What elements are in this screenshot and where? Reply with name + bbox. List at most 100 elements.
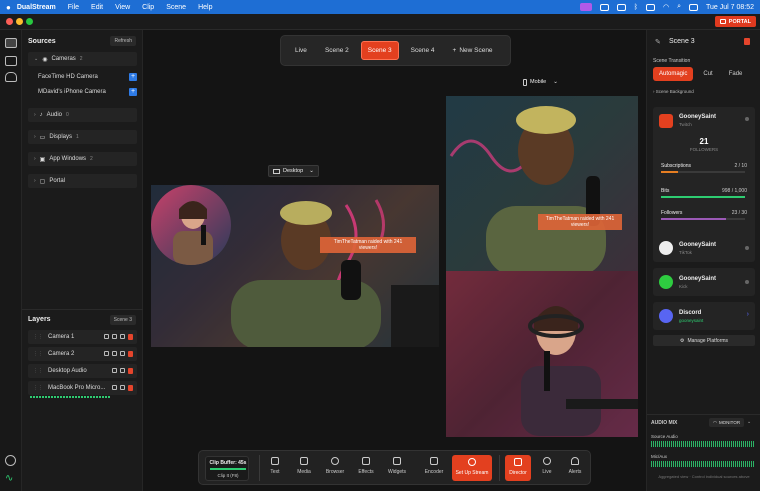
source-group-audio[interactable]: › ♪ Audio 0: [28, 108, 137, 122]
layer-desktop-audio[interactable]: ⋮⋮ Desktop Audio: [28, 364, 137, 378]
menu-file[interactable]: File: [68, 4, 79, 11]
apple-icon[interactable]: ●: [6, 3, 11, 12]
zoom-window-button[interactable]: [26, 18, 33, 25]
twitch-card[interactable]: GooneySaint Twitch 21 FOLLOWERS Subscrip…: [653, 107, 755, 255]
wifi-icon[interactable]: ◠: [663, 3, 669, 11]
platform-card-discord[interactable]: Discord gooneysaint ›: [653, 302, 755, 330]
clip-it-button[interactable]: Clip It (F8): [206, 473, 250, 478]
mode-live[interactable]: Live: [533, 457, 561, 475]
sources-icon[interactable]: [5, 38, 17, 48]
menu-help[interactable]: Help: [198, 4, 212, 11]
mobile-preview-bottom[interactable]: [446, 271, 638, 437]
desktop-preview[interactable]: TimTheTatman raided with 241 viewers!: [151, 185, 439, 347]
tool-text[interactable]: Text: [261, 457, 289, 475]
add-source-button[interactable]: +: [129, 73, 137, 81]
chevron-right-icon: ›: [34, 112, 36, 118]
tool-widgets[interactable]: Widgets: [383, 457, 411, 475]
minimize-window-button[interactable]: [16, 18, 23, 25]
platform-card-kick[interactable]: GooneySaint Kick: [653, 268, 755, 296]
menubar-clock[interactable]: Tue Jul 7 08:52: [706, 4, 754, 11]
speaker-icon[interactable]: [112, 385, 117, 390]
tab-scene-4[interactable]: Scene 4: [405, 42, 441, 59]
source-group-cameras[interactable]: ⌄ ◉ Cameras 2: [28, 52, 137, 66]
kick-icon: [659, 275, 673, 289]
drag-handle-icon[interactable]: ⋮⋮: [33, 368, 43, 374]
add-source-button[interactable]: +: [129, 88, 137, 96]
source-facetime-camera[interactable]: FaceTime HD Camera +: [38, 71, 137, 83]
speaker-icon[interactable]: [112, 351, 117, 356]
mode-director[interactable]: Director: [505, 455, 531, 481]
transition-cut[interactable]: Cut: [697, 67, 718, 81]
speaker-icon[interactable]: [112, 368, 117, 373]
eye-icon[interactable]: [104, 351, 109, 356]
monitor-button[interactable]: ◠ MONITOR: [709, 418, 745, 427]
clip-buffer[interactable]: Clip Buffer: 45s Clip It (F8): [205, 456, 249, 481]
transition-automagic[interactable]: Automagic: [653, 67, 694, 81]
layer-macbook-mic[interactable]: ⋮⋮ MacBook Pro Micro...: [28, 381, 137, 395]
desktop-layout-selector[interactable]: Desktop ⌄: [268, 165, 319, 177]
source-group-displays[interactable]: › ▭ Displays 1: [28, 130, 137, 144]
portal-button[interactable]: PORTAL: [714, 16, 756, 27]
tool-encoder[interactable]: Encoder: [420, 457, 448, 475]
chevron-down-icon[interactable]: ⌄: [747, 419, 751, 425]
layer-camera-2[interactable]: ⋮⋮ Camera 2: [28, 347, 137, 361]
close-window-button[interactable]: [6, 18, 13, 25]
layer-camera-1[interactable]: ⋮⋮ Camera 1: [28, 330, 137, 344]
speaker-icon[interactable]: [112, 334, 117, 339]
lock-icon[interactable]: [120, 368, 125, 373]
status-app-icon[interactable]: [579, 3, 592, 11]
drag-handle-icon[interactable]: ⋮⋮: [33, 351, 43, 357]
mobile-layout-selector[interactable]: Mobile ⌄: [519, 76, 562, 88]
trash-icon[interactable]: [128, 351, 133, 357]
tab-scene-3[interactable]: Scene 3: [360, 41, 399, 60]
source-iphone-camera[interactable]: MDavid's iPhone Camera +: [38, 86, 137, 98]
battery-icon[interactable]: [645, 3, 655, 11]
source-group-portal[interactable]: › ▢ Portal: [28, 174, 137, 188]
trash-icon[interactable]: [744, 38, 750, 45]
source-group-app-windows[interactable]: › ▣ App Windows 2: [28, 152, 137, 166]
bell-icon[interactable]: [5, 72, 17, 82]
tool-effects[interactable]: Effects: [352, 457, 380, 475]
transition-fade[interactable]: Fade: [723, 67, 749, 81]
eye-icon[interactable]: [104, 334, 109, 339]
mobile-preview-top[interactable]: TimTheTatman raided with 241 viewers!: [446, 96, 638, 271]
icon-rail: ∿: [0, 30, 22, 491]
activity-icon[interactable]: ∿: [5, 473, 13, 484]
refresh-button[interactable]: Refresh: [110, 36, 136, 46]
platform-card-tiktok[interactable]: GooneySaint TikTok: [653, 234, 755, 262]
trash-icon[interactable]: [128, 385, 133, 391]
tab-live[interactable]: Live: [289, 42, 313, 59]
lock-icon[interactable]: [120, 385, 125, 390]
tool-media[interactable]: Media: [290, 457, 318, 475]
search-icon[interactable]: ⌕: [677, 3, 681, 11]
menu-clip[interactable]: Clip: [142, 4, 154, 11]
set-up-stream-button[interactable]: Set Up Stream: [452, 455, 492, 481]
menu-scene[interactable]: Scene: [166, 4, 186, 11]
new-scene-button[interactable]: + New Scene: [447, 42, 499, 59]
mode-alerts[interactable]: Alerts: [561, 457, 589, 475]
drag-handle-icon[interactable]: ⋮⋮: [33, 334, 43, 340]
menu-edit[interactable]: Edit: [91, 4, 103, 11]
lock-icon[interactable]: [120, 351, 125, 356]
edit-icon[interactable]: ✎: [655, 38, 661, 46]
scene-background-button[interactable]: › Scene Background: [653, 89, 694, 94]
control-center-icon[interactable]: [689, 3, 698, 11]
menu-app[interactable]: DualStream: [17, 4, 56, 11]
webcam-bubble[interactable]: [151, 185, 231, 265]
manage-platforms-button[interactable]: ⚙ Manage Platforms: [653, 335, 755, 346]
lock-icon[interactable]: [120, 334, 125, 339]
chevron-right-icon[interactable]: ›: [747, 311, 749, 318]
gear-icon[interactable]: [5, 455, 16, 466]
chat-icon[interactable]: [5, 56, 17, 66]
bell-icon: [571, 457, 579, 465]
status-dot: [745, 280, 749, 284]
trash-icon[interactable]: [128, 368, 133, 374]
play-icon[interactable]: [616, 3, 626, 11]
menu-view[interactable]: View: [115, 4, 130, 11]
tool-browser[interactable]: Browser: [321, 457, 349, 475]
bluetooth-icon[interactable]: ᛒ: [634, 4, 638, 11]
drag-handle-icon[interactable]: ⋮⋮: [33, 385, 43, 391]
screen-icon[interactable]: [599, 3, 609, 11]
trash-icon[interactable]: [128, 334, 133, 340]
tab-scene-2[interactable]: Scene 2: [319, 42, 355, 59]
